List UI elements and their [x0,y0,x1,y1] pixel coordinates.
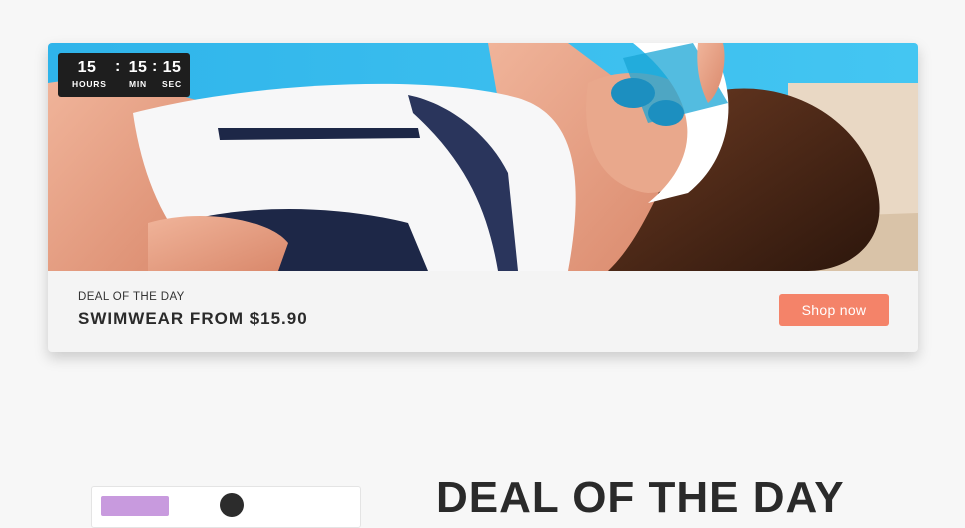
countdown-separator: : [152,58,158,75]
shop-now-button[interactable]: Shop now [779,294,889,326]
deal-of-the-day-banner: 15 HOURS : 15 MIN : 15 SEC DEAL OF THE D… [48,43,918,352]
countdown-timer: 15 HOURS : 15 MIN : 15 SEC [58,53,190,97]
countdown-minutes: 15 MIN [124,59,152,90]
product-image [220,493,244,517]
deal-headline: SWIMWEAR FROM $15.90 [78,309,308,328]
countdown-hours: 15 HOURS [72,59,107,90]
countdown-seconds: 15 SEC [159,59,185,90]
deal-info: DEAL OF THE DAY SWIMWEAR FROM $15.90 [78,290,308,329]
product-card[interactable] [91,486,361,528]
hours-label: HOURS [72,79,107,89]
seconds-value: 15 [162,59,182,76]
minutes-value: 15 [128,59,148,76]
minutes-label: MIN [129,79,147,89]
section-title: DEAL OF THE DAY [436,473,845,522]
product-badge [101,496,169,516]
deal-eyebrow: DEAL OF THE DAY [78,291,185,303]
hero-image: 15 HOURS : 15 MIN : 15 SEC [48,43,918,271]
hours-value: 15 [77,59,97,76]
countdown-separator: : [115,58,121,75]
seconds-label: SEC [162,79,182,89]
